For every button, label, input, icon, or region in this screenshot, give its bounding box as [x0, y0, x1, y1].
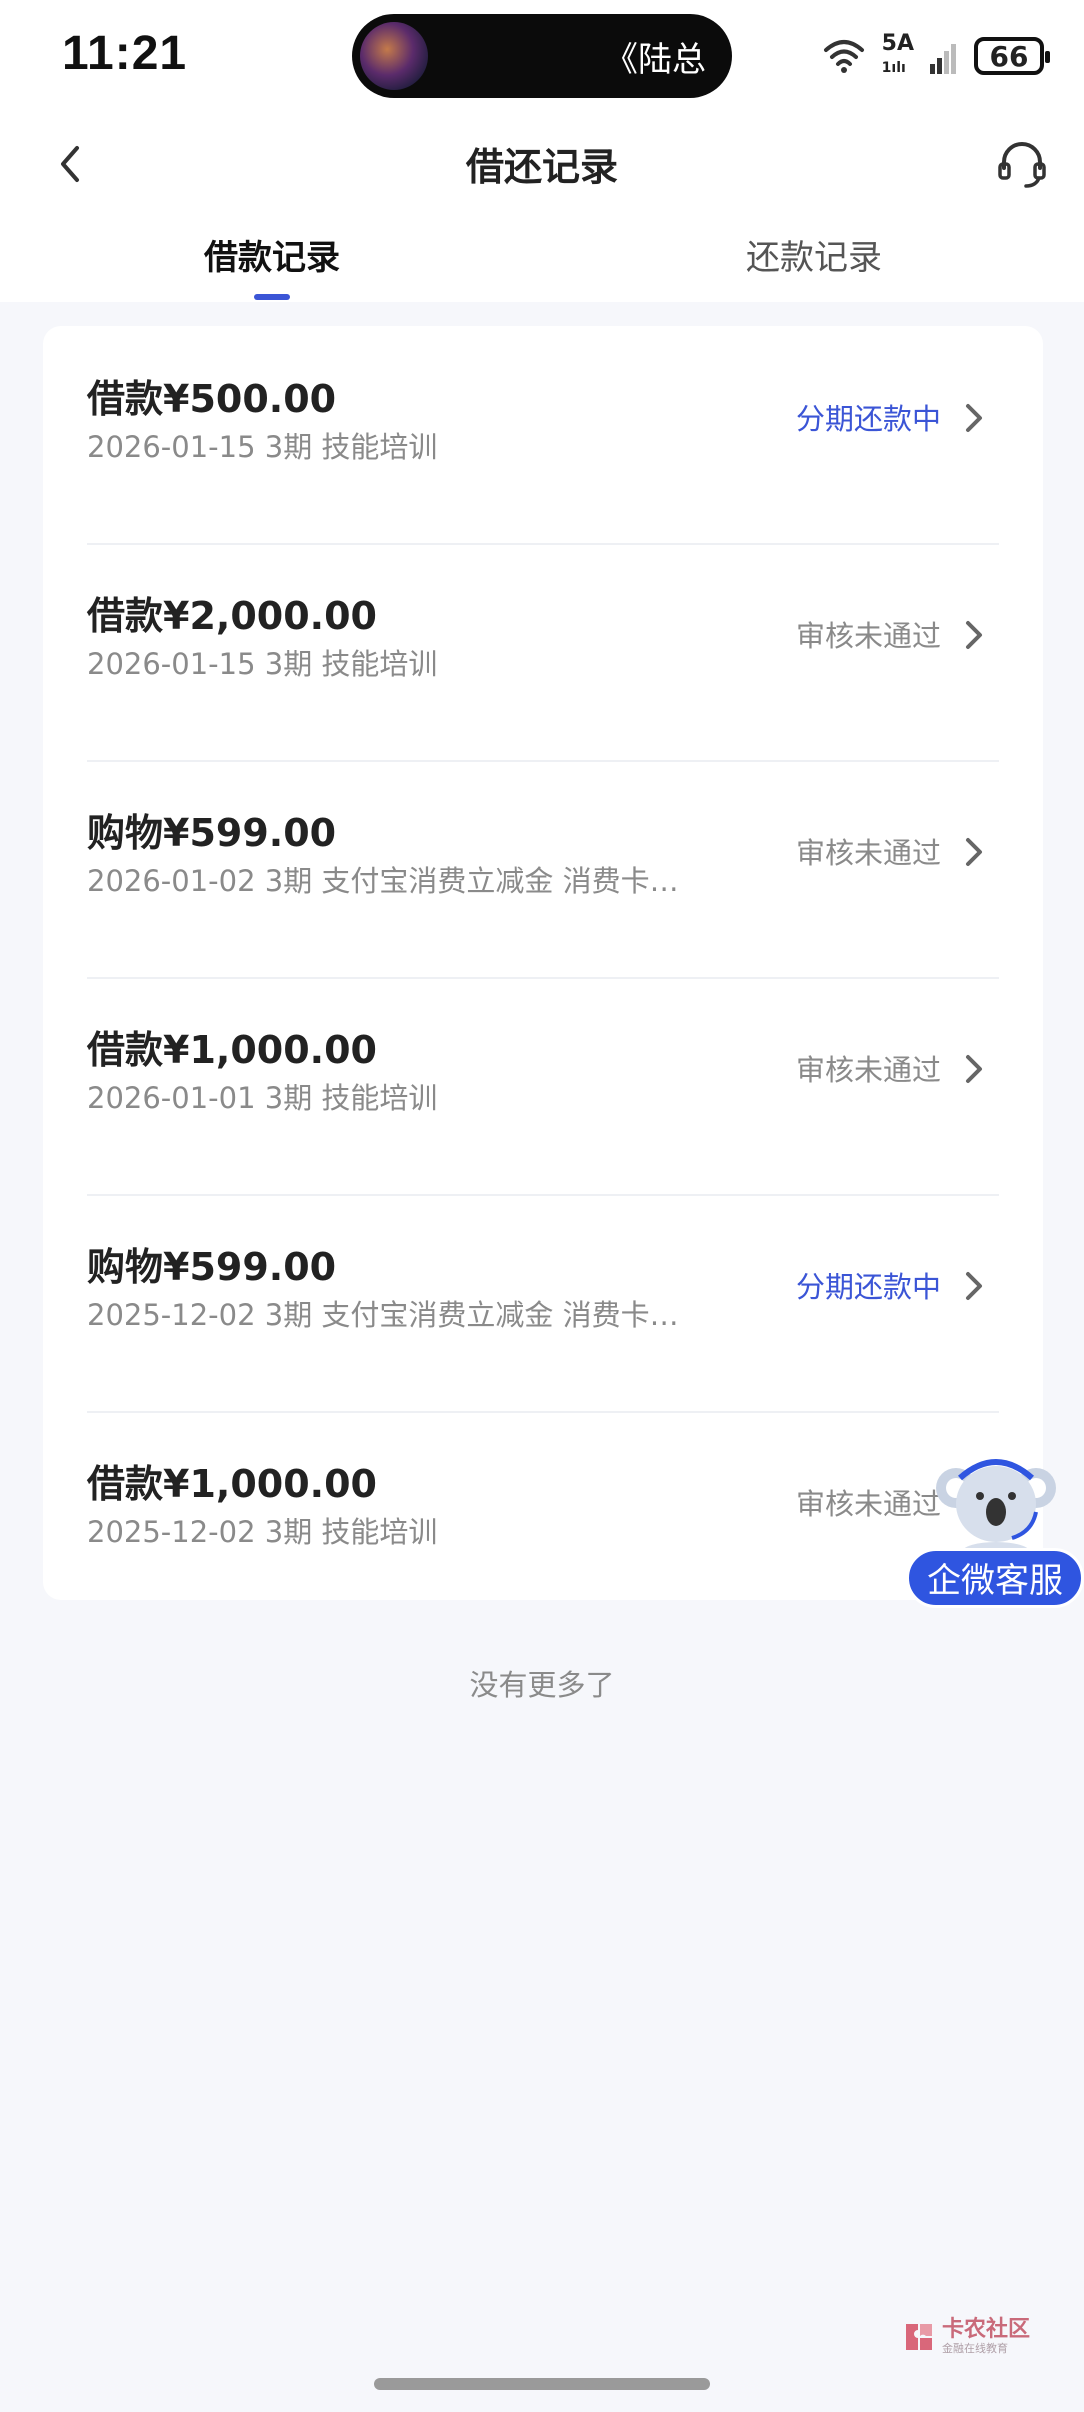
watermark-title: 卡农社区	[942, 2317, 1031, 2342]
record-subtitle: 2026-01-02 3期 支付宝消费立减金 消费卡…	[87, 864, 679, 898]
active-tab-indicator	[254, 294, 290, 300]
watermark-subtitle: 金融在线教育	[942, 2342, 1008, 2355]
headset-icon	[998, 142, 1046, 188]
customer-service-button[interactable]	[990, 132, 1054, 196]
community-watermark: 卡农社区 金融在线教育	[902, 2318, 1030, 2356]
status-indicators: 5A 1ılı 66	[822, 30, 1050, 82]
media-thumbnail	[360, 22, 428, 90]
record-row[interactable]: 借款¥2,000.00 2026-01-15 3期 技能培训 审核未通过	[87, 543, 999, 762]
status-bar: 11:21 《陆总 5A 1ılı 66	[0, 0, 1084, 112]
signal-icon	[930, 38, 958, 74]
wifi-icon	[822, 38, 866, 74]
network-type: 5A 1ılı	[882, 33, 914, 79]
record-subtitle: 2026-01-01 3期 技能培训	[87, 1081, 438, 1115]
record-status: 分期还款中	[795, 402, 941, 436]
koala-mascot-icon	[936, 1459, 1056, 1562]
record-subtitle: 2025-12-02 3期 支付宝消费立减金 消费卡…	[87, 1298, 679, 1332]
media-title: 《陆总	[604, 40, 706, 80]
record-status: 审核未通过	[795, 1053, 941, 1087]
record-title: 借款¥500.00	[87, 377, 337, 421]
record-status: 分期还款中	[795, 1270, 941, 1304]
network-sub: 1ılı	[881, 60, 906, 76]
record-title: 购物¥599.00	[87, 811, 337, 855]
record-title: 借款¥2,000.00	[87, 594, 377, 638]
record-row[interactable]: 借款¥1,000.00 2025-12-02 3期 技能培训 审核未通过	[87, 1411, 999, 1600]
tab-borrow-records[interactable]: 借款记录	[72, 230, 472, 279]
status-time: 11:21	[62, 27, 188, 80]
chevron-right-icon	[966, 404, 982, 432]
page-title: 借还记录	[465, 145, 618, 189]
record-title: 借款¥1,000.00	[87, 1462, 377, 1506]
battery-icon: 66	[974, 37, 1050, 75]
chevron-right-icon	[966, 1272, 982, 1300]
chevron-right-icon	[966, 621, 982, 649]
battery-level: 66	[989, 39, 1029, 73]
record-tabs: 借款记录 还款记录	[0, 212, 1084, 302]
service-label: 企微客服	[906, 1548, 1084, 1608]
record-row[interactable]: 购物¥599.00 2025-12-02 3期 支付宝消费立减金 消费卡… 分期…	[87, 1194, 999, 1413]
nav-header: 借还记录	[0, 112, 1084, 212]
record-status: 审核未通过	[795, 619, 941, 653]
chevron-right-icon	[966, 838, 982, 866]
record-row[interactable]: 借款¥500.00 2026-01-15 3期 技能培训 分期还款中	[87, 326, 999, 545]
record-subtitle: 2025-12-02 3期 技能培训	[87, 1515, 438, 1549]
chevron-right-icon	[966, 1055, 982, 1083]
borrow-record-list: 借款¥500.00 2026-01-15 3期 技能培训 分期还款中 借款¥2,…	[43, 326, 1043, 1600]
tab-repay-records[interactable]: 还款记录	[614, 230, 1014, 279]
home-indicator[interactable]	[374, 2378, 710, 2390]
network-label: 5A	[881, 31, 914, 56]
record-row[interactable]: 借款¥1,000.00 2026-01-01 3期 技能培训 审核未通过	[87, 977, 999, 1196]
list-end-text: 没有更多了	[469, 1668, 615, 1702]
record-status: 审核未通过	[795, 836, 941, 870]
puzzle-logo-icon	[906, 2324, 932, 2350]
dynamic-island-media[interactable]: 《陆总	[352, 14, 732, 98]
record-row[interactable]: 购物¥599.00 2026-01-02 3期 支付宝消费立减金 消费卡… 审核…	[87, 760, 999, 979]
floating-service-button[interactable]: 企微客服	[906, 1452, 1084, 1612]
record-title: 购物¥599.00	[87, 1245, 337, 1289]
record-title: 借款¥1,000.00	[87, 1028, 377, 1072]
record-subtitle: 2026-01-15 3期 技能培训	[87, 647, 438, 681]
record-subtitle: 2026-01-15 3期 技能培训	[87, 430, 438, 464]
